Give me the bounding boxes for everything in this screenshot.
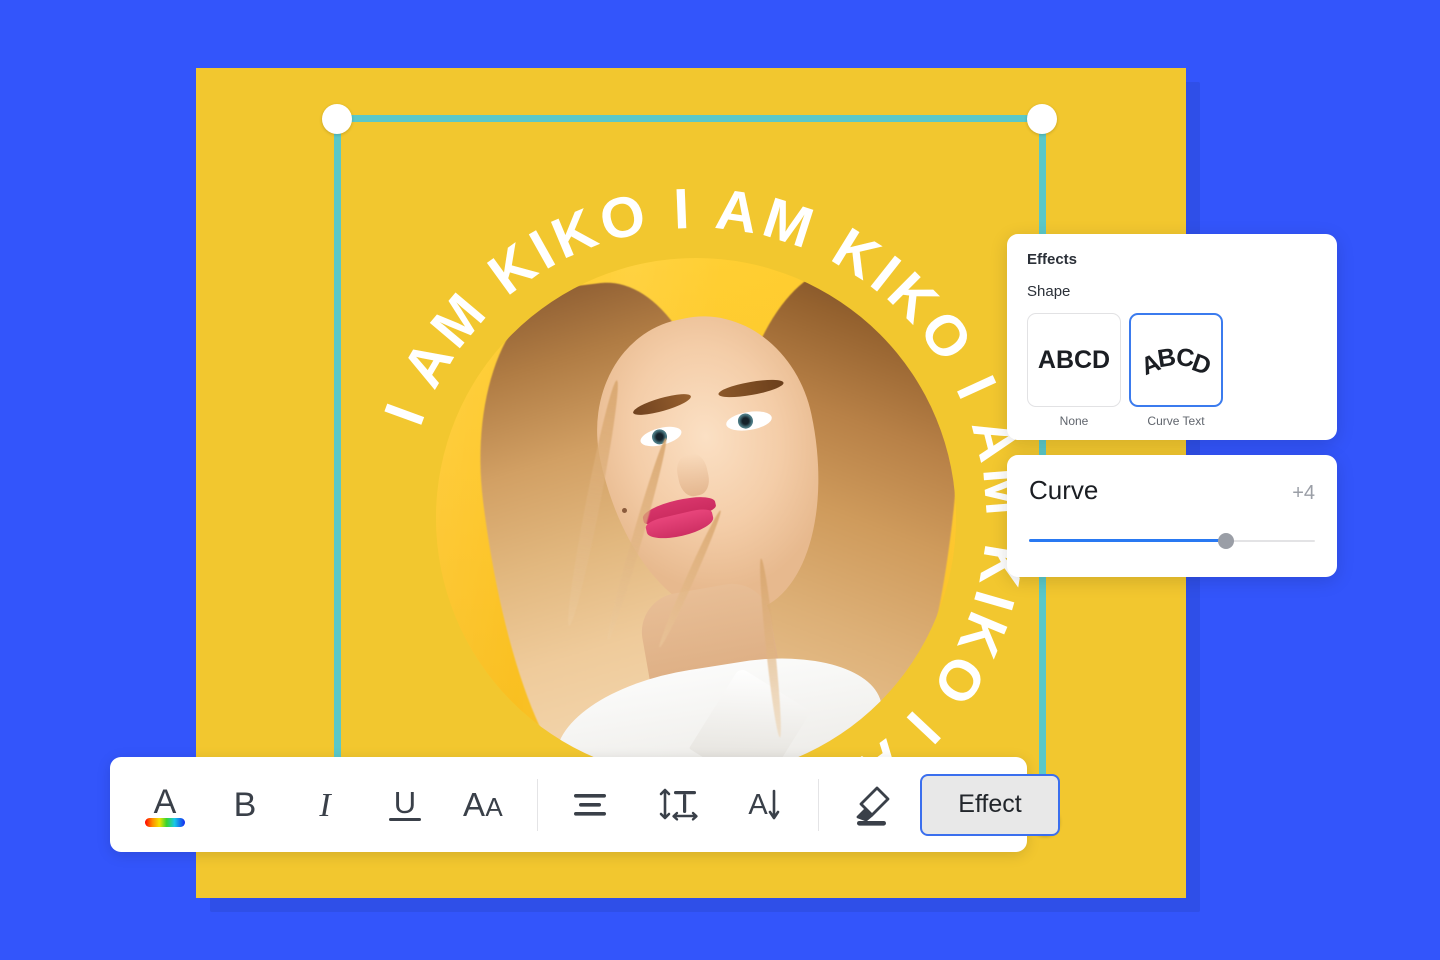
shape-preview-curve-text: ABCD — [1136, 342, 1215, 381]
curve-slider[interactable] — [1029, 533, 1315, 549]
shape-thumb-curve-text[interactable]: ABCD — [1129, 313, 1223, 407]
curve-slider-handle[interactable] — [1218, 533, 1235, 549]
line-spacing-icon — [659, 788, 698, 821]
svg-text:A: A — [485, 792, 503, 822]
toolbar-divider-2 — [818, 778, 819, 831]
portrait-photo[interactable] — [436, 258, 956, 778]
text-direction-icon: A — [748, 789, 780, 821]
effects-panel-title: Effects — [1027, 251, 1078, 268]
toolbar-divider-1 — [537, 778, 538, 831]
bold-button[interactable]: B — [212, 772, 278, 838]
shape-caption-curve-text: Curve Text — [1147, 414, 1205, 428]
text-color-icon: A — [145, 783, 185, 827]
shape-caption-none: None — [1059, 414, 1089, 428]
curve-slider-fill — [1029, 539, 1227, 542]
svg-text:A: A — [748, 789, 768, 821]
italic-icon: I — [318, 787, 332, 824]
shape-option-curve-text[interactable]: ABCD Curve Text — [1129, 313, 1223, 428]
selection-guide-left — [334, 115, 341, 821]
text-color-button[interactable]: A — [132, 772, 198, 838]
beauty-mark — [622, 508, 627, 513]
effects-panel: Effects Shape ABCD None ABCD Curve Text — [1007, 234, 1337, 440]
highlighter-button[interactable] — [838, 772, 904, 838]
selection-guide-top — [334, 115, 1046, 122]
highlighter-icon — [856, 786, 890, 826]
underline-icon: U — [389, 785, 421, 821]
shape-options-list: ABCD None ABCD Curve Text — [1027, 313, 1317, 428]
svg-text:A: A — [463, 786, 485, 823]
editor-canvas-area: I AM KIKO I AM KIKO I AM KIKO I AM KIKO … — [0, 0, 1440, 960]
resize-handle-top-left[interactable] — [322, 104, 352, 134]
effect-button-label: Effect — [958, 790, 1022, 818]
svg-text:U: U — [394, 785, 416, 820]
shape-section-label: Shape — [1027, 283, 1071, 300]
resize-handle-top-right[interactable] — [1027, 104, 1057, 134]
bold-icon: B — [234, 786, 257, 824]
effect-button[interactable]: Effect — [920, 773, 1060, 836]
align-button[interactable] — [557, 772, 623, 838]
line-spacing-button[interactable] — [645, 772, 711, 838]
svg-text:A: A — [154, 783, 177, 821]
shape-thumb-none[interactable]: ABCD — [1027, 313, 1121, 407]
svg-text:I: I — [318, 787, 332, 824]
text-format-toolbar: A B I U A A A Effect — [110, 757, 1060, 852]
font-case-button[interactable]: A A — [452, 772, 518, 838]
curve-label: Curve — [1029, 475, 1099, 505]
shape-option-none[interactable]: ABCD None — [1027, 313, 1121, 428]
curve-panel-header: Curve +4 — [1029, 475, 1315, 506]
align-icon — [574, 793, 606, 816]
curve-panel: Curve +4 — [1007, 455, 1337, 577]
svg-text:B: B — [234, 786, 257, 824]
font-case-icon: A A — [463, 786, 503, 823]
italic-button[interactable]: I — [292, 772, 358, 838]
underline-button[interactable]: U — [372, 772, 438, 838]
text-direction-button[interactable]: A — [733, 772, 799, 838]
curve-value: +4 — [1292, 482, 1315, 504]
shape-preview-none: ABCD — [1037, 345, 1111, 374]
